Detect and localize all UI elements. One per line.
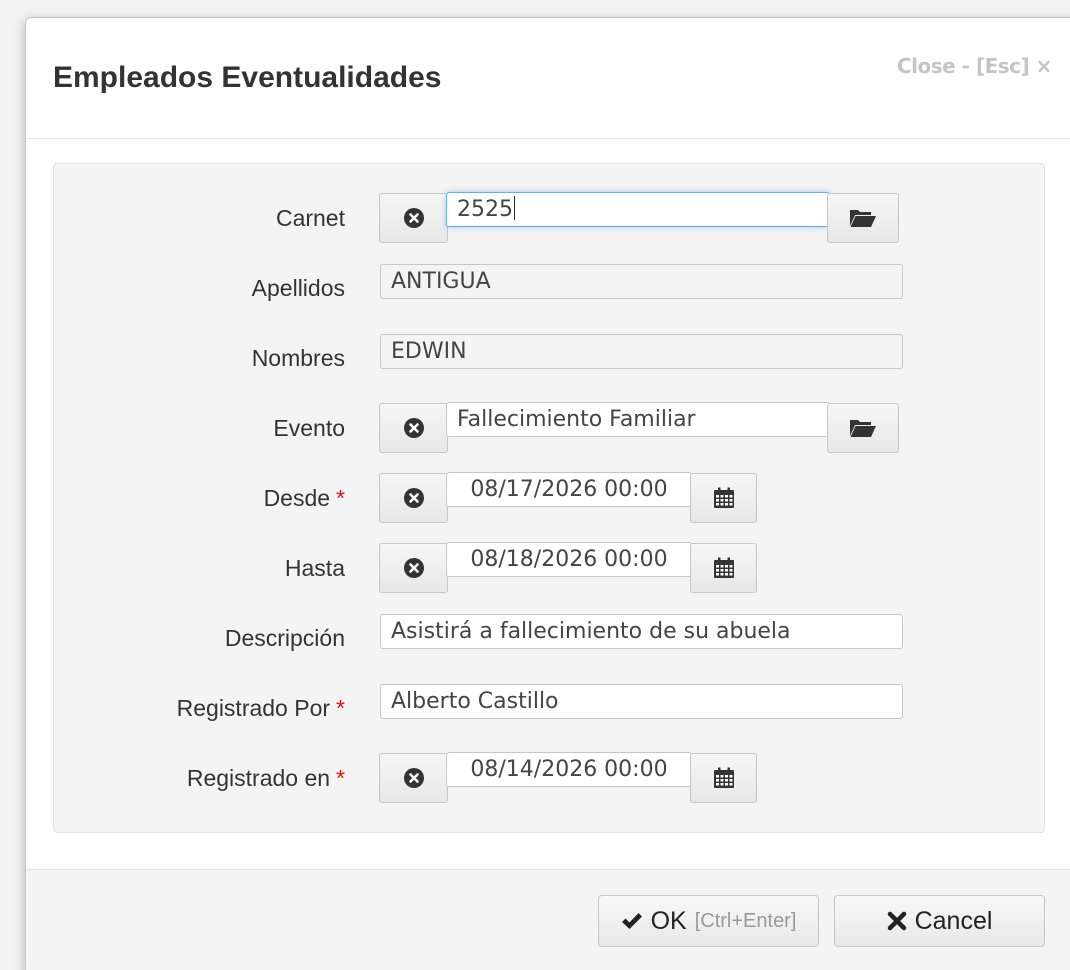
hasta-clear-button[interactable] [379, 543, 448, 593]
hasta-label: Hasta [284, 555, 345, 581]
x-icon [887, 911, 906, 931]
cancel-button[interactable]: Cancel [834, 895, 1045, 947]
apellidos-input[interactable]: ANTIGUA [380, 264, 903, 299]
modal-dialog: Empleados Eventualidades Close - [Esc] ×… [25, 17, 1070, 970]
folder-open-icon [850, 420, 876, 437]
registrado-en-calendar-button[interactable] [690, 753, 757, 803]
descripcion-input[interactable]: Asistirá a fallecimiento de su abuela [380, 614, 903, 649]
ok-shortcut-hint: [Ctrl+Enter] [694, 909, 797, 932]
cancel-label: Cancel [914, 906, 993, 935]
required-asterisk: * [336, 765, 345, 791]
evento-input[interactable]: Fallecimiento Familiar [446, 402, 830, 437]
folder-open-icon [850, 210, 876, 227]
clear-circle-icon [403, 558, 424, 578]
required-asterisk: * [336, 695, 345, 721]
modal-title: Empleados Eventualidades [53, 61, 442, 94]
registrado-por-label-text: Registrado Por [176, 695, 331, 721]
evento-clear-button[interactable] [379, 403, 448, 453]
registrado-en-label-text: Registrado en [186, 765, 331, 791]
carnet-input[interactable]: 2525 [446, 192, 830, 227]
clear-circle-icon [403, 768, 424, 788]
nombres-input[interactable]: EDWIN [380, 334, 903, 369]
nombres-label: Nombres [251, 345, 345, 371]
evento-label: Evento [273, 415, 345, 441]
registrado-por-label: Registrado Por * [177, 695, 345, 722]
carnet-value: 2525 [457, 197, 513, 222]
modal-header: Empleados Eventualidades Close - [Esc] × [26, 18, 1070, 139]
carnet-lookup-button[interactable] [827, 193, 899, 243]
ok-button[interactable]: OK [Ctrl+Enter] [598, 895, 819, 947]
required-asterisk: * [336, 485, 345, 511]
hasta-date-input[interactable]: 08/18/2026 00:00 [446, 542, 692, 577]
desde-calendar-button[interactable] [690, 473, 757, 523]
desde-label: Desde * [264, 485, 345, 512]
desde-label-text: Desde [263, 485, 331, 511]
ok-label: OK [650, 906, 687, 935]
evento-lookup-button[interactable] [827, 403, 899, 453]
apellidos-label: Apellidos [251, 275, 345, 301]
text-caret [514, 196, 515, 220]
descripcion-label: Descripción [224, 625, 345, 651]
registrado-en-clear-button[interactable] [379, 753, 448, 803]
clear-circle-icon [403, 208, 424, 228]
desde-date-input[interactable]: 08/17/2026 00:00 [446, 472, 692, 507]
hasta-calendar-button[interactable] [690, 543, 757, 593]
registrado-por-input[interactable]: Alberto Castillo [380, 684, 903, 719]
carnet-clear-button[interactable] [379, 193, 448, 243]
calendar-icon [713, 767, 734, 788]
checkmark-icon [621, 913, 642, 929]
calendar-icon [713, 557, 734, 578]
close-button[interactable]: Close - [Esc] × [897, 54, 1052, 78]
clear-circle-icon [403, 488, 424, 508]
desde-clear-button[interactable] [379, 473, 448, 523]
carnet-label: Carnet [275, 205, 345, 231]
clear-circle-icon [403, 418, 424, 438]
registrado-en-label: Registrado en * [187, 765, 345, 792]
modal-footer: OK [Ctrl+Enter] Cancel [26, 869, 1070, 970]
registrado-en-date-input[interactable]: 08/14/2026 00:00 [446, 752, 692, 787]
calendar-icon [713, 487, 734, 508]
form-panel: Carnet 2525 Apellidos ANTIGUA Nombres ED… [53, 163, 1045, 833]
